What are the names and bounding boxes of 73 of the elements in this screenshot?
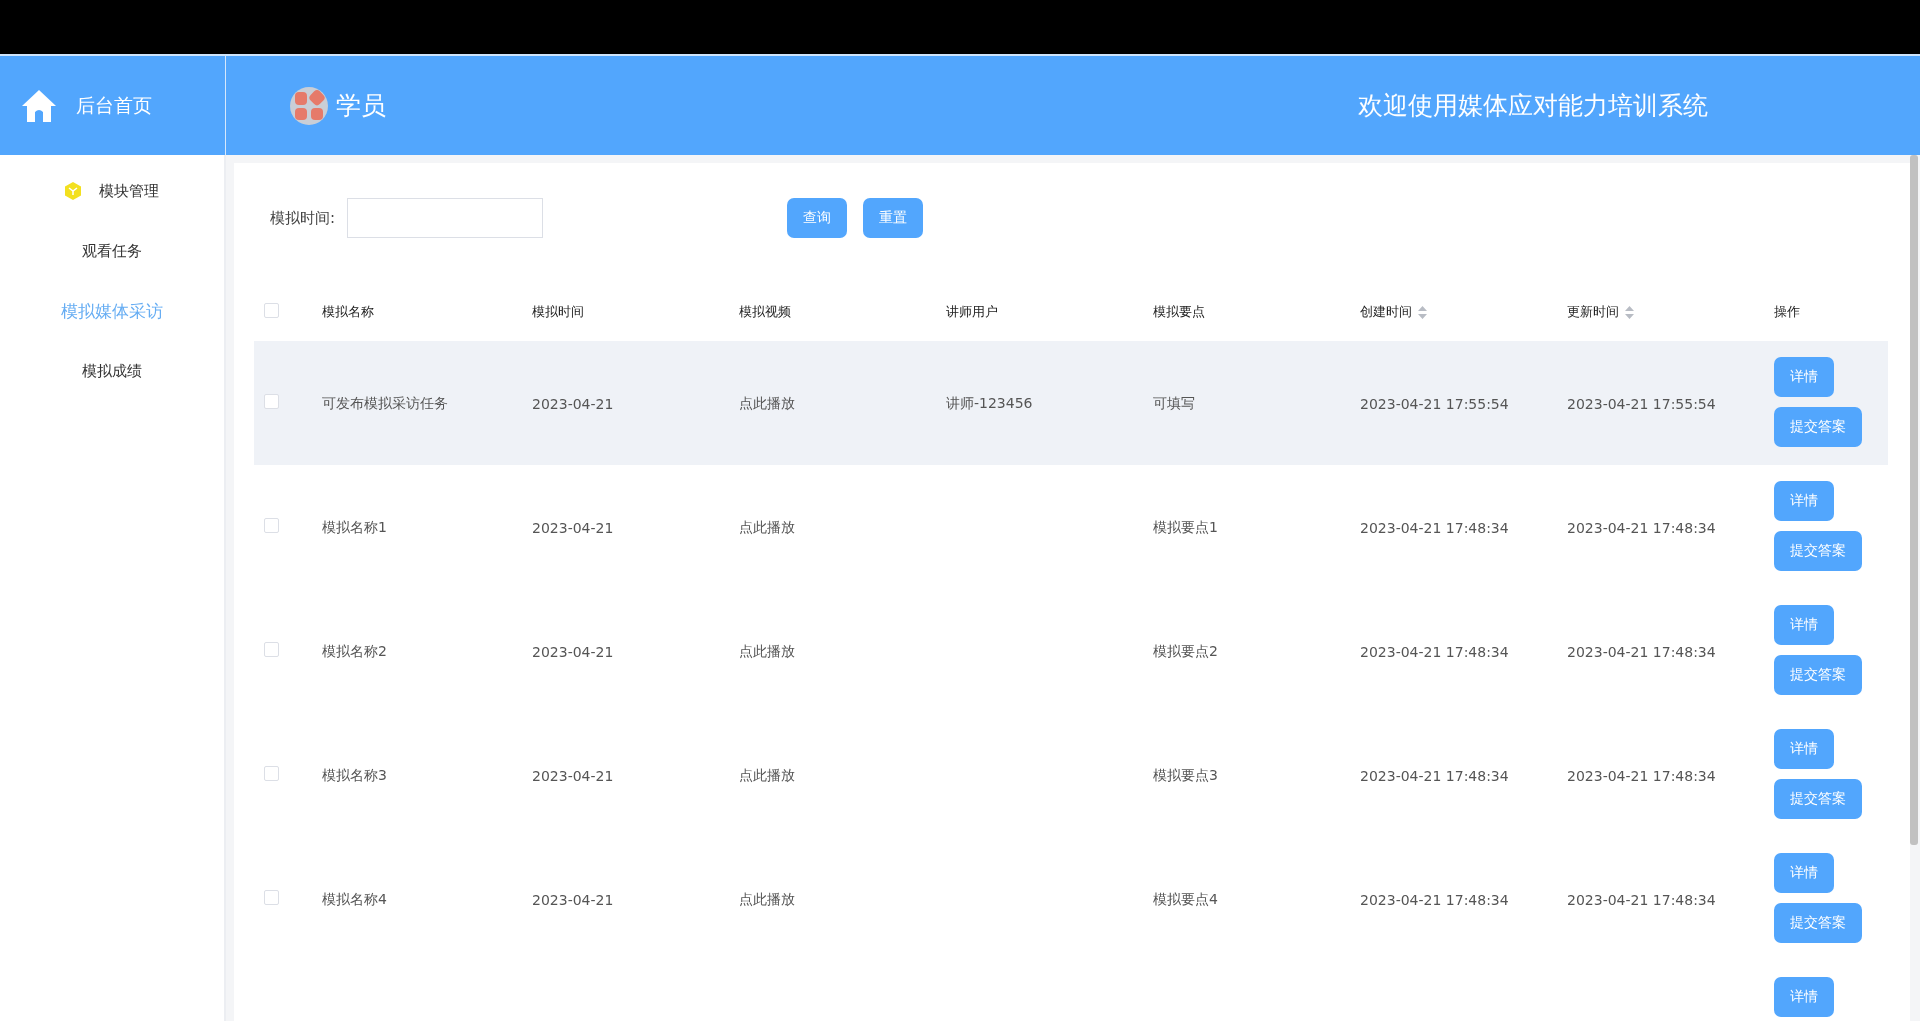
table-cell: 模拟要点3 <box>1153 767 1218 783</box>
table-cell: 2023-04-21 17:48:34 <box>1567 643 1716 660</box>
table-cell: 2023-04-21 <box>532 643 614 660</box>
play-link[interactable]: 点此播放 <box>739 767 795 783</box>
scrollbar[interactable] <box>1910 155 1918 845</box>
date-field[interactable] <box>347 198 544 238</box>
play-link[interactable]: 点此播放 <box>739 395 795 411</box>
field-label: 模拟时间: <box>270 208 336 228</box>
submit-answer-button[interactable]: 提交答案 <box>1774 655 1862 695</box>
column-header: 创建时间 <box>1360 303 1412 321</box>
avatar-icon <box>290 86 328 125</box>
table-cell: 2023-04-21 17:48:34 <box>1567 767 1716 784</box>
table-cell: 2023-04-21 17:48:34 <box>1567 891 1716 908</box>
submit-answer-button[interactable]: 提交答案 <box>1774 903 1862 943</box>
details-button[interactable]: 详情 <box>1774 481 1834 521</box>
sort-icon[interactable] <box>1418 305 1427 319</box>
table-cell: 2023-04-21 17:48:34 <box>1567 519 1716 536</box>
column-header: 模拟名称 <box>322 303 374 321</box>
sidebar-item[interactable]: 模拟媒体采访 <box>0 281 224 341</box>
row-checkbox[interactable] <box>264 517 279 533</box>
details-button[interactable]: 详情 <box>1774 977 1834 1017</box>
role-label: 学员 <box>336 90 386 122</box>
welcome-title: 欢迎使用媒体应对能力培训系统 <box>1358 90 1708 122</box>
table-cell: 2023-04-21 <box>532 767 614 784</box>
table-cell: 模拟名称4 <box>322 891 387 907</box>
select-all-checkbox[interactable] <box>264 302 279 318</box>
table-cell: 2023-04-21 17:48:34 <box>1360 891 1509 908</box>
table-cell: 模拟要点1 <box>1153 519 1218 535</box>
sort-icon[interactable] <box>1625 305 1634 319</box>
play-link[interactable]: 点此播放 <box>739 643 795 659</box>
column-header: 模拟要点 <box>1153 303 1205 321</box>
table-cell: 可发布模拟采访任务 <box>322 395 448 411</box>
play-link[interactable]: 点此播放 <box>739 891 795 907</box>
table-cell: 可填写 <box>1153 395 1195 411</box>
details-button[interactable]: 详情 <box>1774 357 1834 397</box>
play-link[interactable]: 点此播放 <box>739 519 795 535</box>
table-cell: 2023-04-21 <box>532 395 614 412</box>
table-cell: 讲师-123456 <box>946 395 1033 411</box>
table-cell: 模拟要点4 <box>1153 891 1218 907</box>
row-checkbox[interactable] <box>264 641 279 657</box>
table-cell: 模拟名称3 <box>322 767 387 783</box>
table-cell: 模拟要点2 <box>1153 643 1218 659</box>
sidebar-item[interactable]: 观看任务 <box>0 221 224 281</box>
sidebar-item[interactable]: 模拟成绩 <box>0 341 224 401</box>
home-link[interactable]: 后台首页 <box>76 92 152 119</box>
reset-button[interactable]: 重置 <box>863 198 924 238</box>
row-checkbox[interactable] <box>264 889 279 905</box>
sidebar-item[interactable]: 模块管理 <box>0 161 224 221</box>
home-icon <box>20 87 58 124</box>
column-header: 模拟时间 <box>532 303 584 321</box>
cube-icon <box>65 182 81 200</box>
row-checkbox[interactable] <box>264 765 279 781</box>
search-button[interactable]: 查询 <box>787 198 848 238</box>
table-cell: 2023-04-21 17:48:34 <box>1360 519 1509 536</box>
details-button[interactable]: 详情 <box>1774 853 1834 893</box>
details-button[interactable]: 详情 <box>1774 605 1834 645</box>
table-cell: 2023-04-21 <box>532 891 614 908</box>
column-header: 更新时间 <box>1567 303 1619 321</box>
table-cell: 2023-04-21 17:48:34 <box>1360 767 1509 784</box>
column-header: 模拟视频 <box>739 303 791 321</box>
submit-answer-button[interactable]: 提交答案 <box>1774 531 1862 571</box>
table-cell: 模拟名称2 <box>322 643 387 659</box>
submit-answer-button[interactable]: 提交答案 <box>1774 779 1862 819</box>
table-cell: 2023-04-21 17:55:54 <box>1567 395 1716 412</box>
details-button[interactable]: 详情 <box>1774 729 1834 769</box>
table-cell: 2023-04-21 17:48:34 <box>1360 643 1509 660</box>
table-cell: 2023-04-21 <box>532 519 614 536</box>
table-cell: 模拟名称1 <box>322 519 387 535</box>
column-header: 操作 <box>1774 303 1800 321</box>
column-header: 讲师用户 <box>946 303 998 321</box>
table-cell: 2023-04-21 17:55:54 <box>1360 395 1509 412</box>
submit-answer-button[interactable]: 提交答案 <box>1774 407 1862 447</box>
row-checkbox[interactable] <box>264 393 279 409</box>
